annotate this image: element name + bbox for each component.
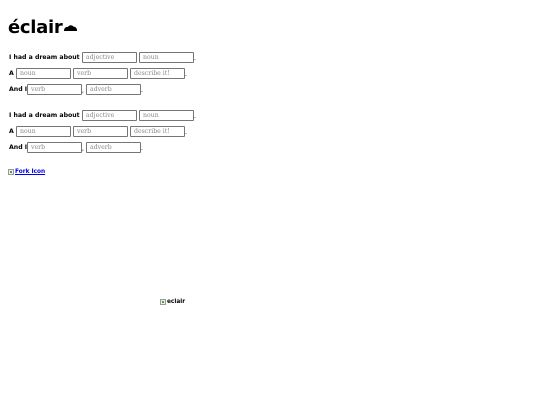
cloud-icon	[64, 25, 78, 31]
broken-image-icon	[160, 299, 166, 305]
verb-input[interactable]	[73, 68, 128, 79]
line2-prefix: A	[9, 128, 14, 135]
noun-input[interactable]	[16, 68, 71, 79]
noun-input[interactable]	[139, 52, 194, 63]
adverb-input[interactable]	[86, 142, 141, 153]
line1-period: .	[194, 113, 196, 120]
verb-input[interactable]	[27, 84, 82, 95]
adverb-input[interactable]	[86, 84, 141, 95]
line3-prefix: And I	[9, 144, 28, 151]
adjective-input[interactable]	[82, 52, 137, 63]
noun-input[interactable]	[139, 110, 194, 121]
line1-period: .	[194, 55, 196, 62]
line2-prefix: A	[9, 70, 14, 77]
line2-period: .	[185, 129, 187, 136]
broken-image-icon	[8, 169, 14, 175]
line1-prefix: I had a dream about a	[9, 54, 86, 61]
fork-link[interactable]: Fork Icon	[8, 169, 45, 175]
describe-input[interactable]	[130, 68, 185, 79]
fork-icon-alt-text: Fork Icon	[15, 169, 46, 175]
line2-period: .	[185, 71, 187, 78]
describe-input[interactable]	[130, 126, 185, 137]
verb-input[interactable]	[73, 126, 128, 137]
noun-input[interactable]	[16, 126, 71, 137]
line3-period: .	[141, 145, 143, 152]
verb-input[interactable]	[27, 142, 82, 153]
eclair-logo: éclair	[8, 16, 78, 38]
brand-name: éclair	[8, 17, 63, 38]
line3-prefix: And I	[9, 86, 28, 93]
adjective-input[interactable]	[82, 110, 137, 121]
line3-period: .	[141, 87, 143, 94]
line3-comma: ,	[82, 87, 84, 94]
line3-comma: ,	[82, 145, 84, 152]
eclair-image: eclair	[160, 299, 185, 305]
eclair-alt-text: eclair	[167, 299, 186, 305]
line1-prefix: I had a dream about a	[9, 112, 86, 119]
